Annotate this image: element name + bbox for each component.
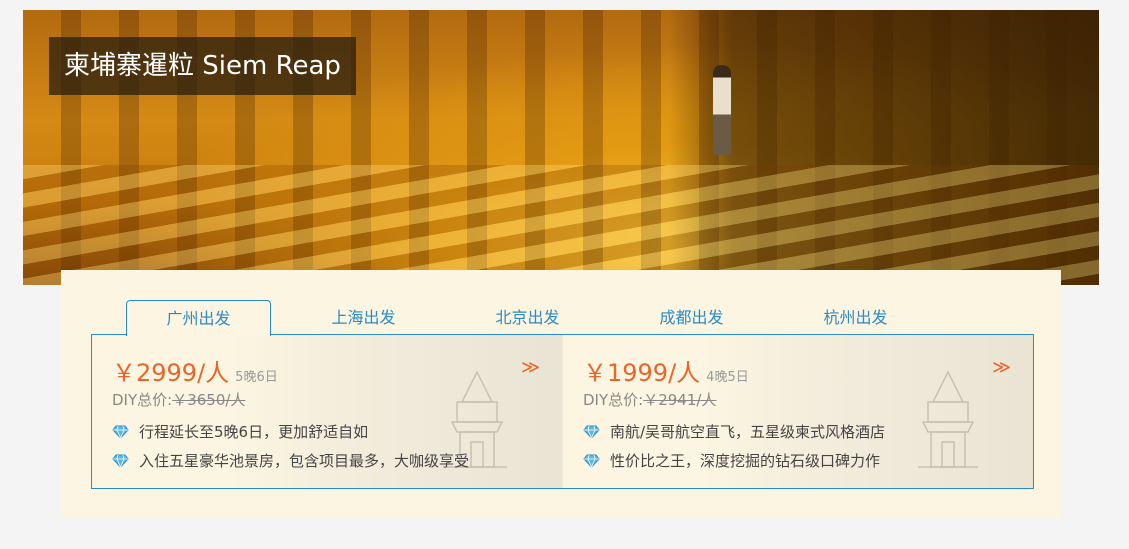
- diy-total: DIY总价:￥3650/人: [112, 389, 245, 410]
- double-chevron-right-icon[interactable]: ≫: [992, 357, 1011, 378]
- destination-title: 柬埔寨暹粒 Siem Reap: [49, 37, 356, 95]
- diamond-icon: [583, 454, 600, 468]
- feature-text: 南航/吴哥航空直飞，五星级柬式风格酒店: [610, 423, 886, 441]
- tab-content: ￥2999/人 5晚6日 ≫ DIY总价:￥3650/人 行程延长至5晚6日，更加…: [91, 334, 1034, 489]
- feature-item: 行程延长至5晚6日，更加舒适自如: [112, 421, 368, 442]
- diy-original-price: ￥3650/人: [172, 391, 246, 409]
- tab-hangzhou[interactable]: 杭州出发: [783, 300, 928, 334]
- feature-item: 性价比之王，深度挖掘的钻石级口碑力作: [583, 450, 880, 471]
- diy-original-price: ￥2941/人: [643, 391, 717, 409]
- package-price: ￥1999/人: [583, 359, 701, 387]
- tab-beijing[interactable]: 北京出发: [455, 300, 600, 334]
- tab-guangzhou[interactable]: 广州出发: [126, 300, 271, 336]
- package-card[interactable]: ￥1999/人 4晚5日 ≫ DIY总价:￥2941/人 南航/吴哥航空直飞，五星…: [563, 335, 1033, 488]
- diy-label: DIY总价:: [583, 391, 644, 409]
- diamond-icon: [112, 454, 129, 468]
- price-row: ￥2999/人 5晚6日: [112, 353, 278, 388]
- double-chevron-right-icon[interactable]: ≫: [521, 357, 540, 378]
- price-row: ￥1999/人 4晚5日: [583, 353, 749, 388]
- feature-item: 入住五星豪华池景房，包含项目最多，大咖级享受: [112, 450, 469, 471]
- temple-illustration: [918, 370, 978, 468]
- feature-text: 入住五星豪华池景房，包含项目最多，大咖级享受: [139, 452, 470, 470]
- diamond-icon: [583, 425, 600, 439]
- departure-panel: 广州出发 上海出发 北京出发 成都出发 杭州出发 ￥2999/人 5晚6日 ≫ …: [61, 270, 1061, 518]
- hero-floor-pattern: [23, 165, 1099, 285]
- package-duration: 4晚5日: [706, 370, 749, 385]
- feature-text: 性价比之王，深度挖掘的钻石级口碑力作: [610, 452, 881, 470]
- diy-total: DIY总价:￥2941/人: [583, 389, 716, 410]
- package-price: ￥2999/人: [112, 359, 230, 387]
- diamond-icon: [112, 425, 129, 439]
- tab-chengdu[interactable]: 成都出发: [619, 300, 764, 334]
- package-card[interactable]: ￥2999/人 5晚6日 ≫ DIY总价:￥3650/人 行程延长至5晚6日，更加…: [92, 335, 562, 488]
- departure-tabs: 广州出发 上海出发 北京出发 成都出发 杭州出发: [91, 300, 1034, 336]
- package-duration: 5晚6日: [235, 370, 278, 385]
- hero-monk-figure: [713, 65, 731, 155]
- diy-label: DIY总价:: [112, 391, 173, 409]
- tab-shanghai[interactable]: 上海出发: [291, 300, 436, 334]
- feature-item: 南航/吴哥航空直飞，五星级柬式风格酒店: [583, 421, 885, 442]
- feature-text: 行程延长至5晚6日，更加舒适自如: [139, 423, 369, 441]
